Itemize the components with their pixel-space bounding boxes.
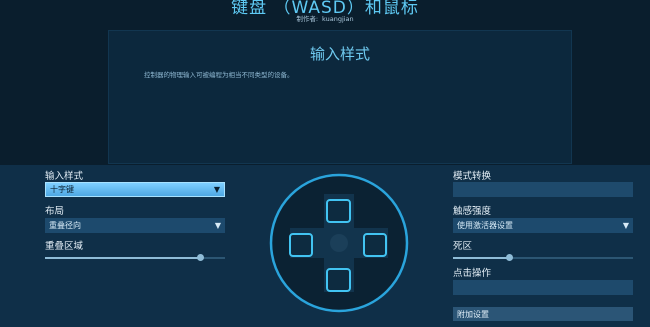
- author-line: 制作者: kuangjian: [0, 13, 650, 23]
- slider-handle[interactable]: [505, 254, 513, 261]
- layout-dropdown[interactable]: 重叠径向 ▼: [45, 218, 225, 233]
- input-style-label: 输入样式: [45, 171, 84, 182]
- input-style-value: 十字键: [50, 185, 74, 194]
- deadzone-slider[interactable]: [453, 254, 633, 262]
- author-name: kuangjian: [322, 15, 354, 23]
- input-style-dropdown[interactable]: 十字键 ▼: [45, 182, 225, 197]
- dpad-left-button[interactable]: [289, 233, 313, 257]
- chevron-down-icon: ▼: [622, 220, 629, 230]
- author-label: 制作者:: [296, 15, 319, 23]
- description-text: 控制器的物理输入可被编程为相当不同类型的设备。: [144, 71, 294, 79]
- sensitivity-value: 使用激活器设置: [457, 221, 513, 230]
- chevron-down-icon: ▼: [213, 184, 220, 194]
- dpad-icon: [269, 173, 409, 313]
- mode-switch-field[interactable]: [453, 182, 633, 197]
- slider-fill: [453, 257, 509, 259]
- sensitivity-label: 触感强度: [453, 206, 492, 217]
- mode-switch-label: 模式转换: [453, 171, 492, 182]
- overlap-area-slider[interactable]: [45, 254, 225, 262]
- layout-label: 布局: [45, 206, 65, 217]
- deadzone-label: 死区: [453, 241, 473, 252]
- click-action-label: 点击操作: [453, 268, 492, 279]
- dpad-down-button[interactable]: [326, 268, 351, 292]
- overlap-area-label: 重叠区域: [45, 241, 84, 252]
- sensitivity-dropdown[interactable]: 使用激活器设置 ▼: [453, 218, 633, 233]
- extra-settings-button[interactable]: 附加设置: [453, 307, 633, 321]
- description-panel: 输入样式 控制器的物理输入可被编程为相当不同类型的设备。: [108, 30, 572, 164]
- description-title: 输入样式: [309, 45, 370, 63]
- click-action-field[interactable]: [453, 280, 633, 295]
- dpad-up-button[interactable]: [326, 199, 351, 223]
- slider-handle[interactable]: [196, 254, 204, 261]
- layout-value: 重叠径向: [49, 221, 81, 230]
- dpad-right-button[interactable]: [363, 233, 387, 257]
- slider-fill: [45, 257, 200, 259]
- chevron-down-icon: ▼: [214, 220, 221, 230]
